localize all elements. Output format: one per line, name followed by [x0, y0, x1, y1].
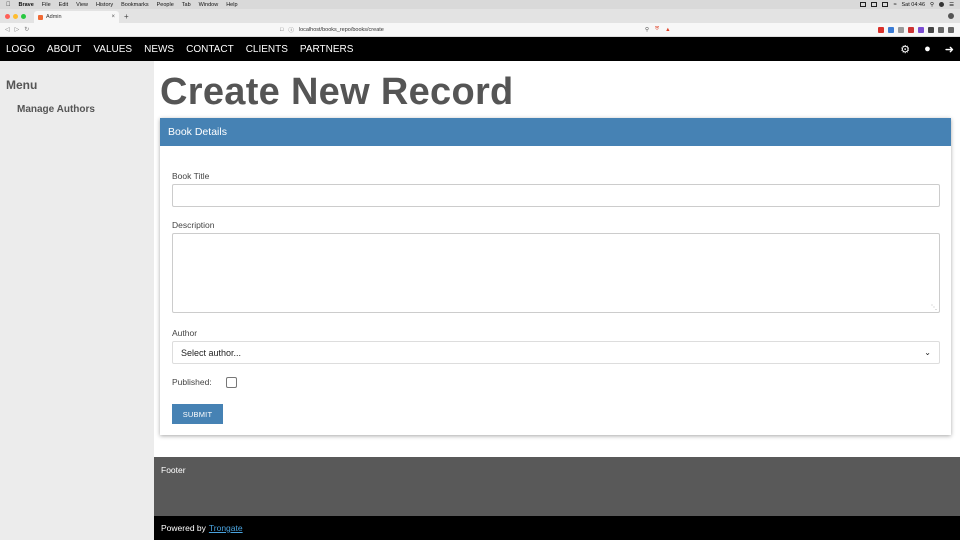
bookmark-icon[interactable]: □ — [280, 27, 283, 33]
description-textarea[interactable]: ⋱ — [172, 233, 940, 313]
author-select[interactable]: Select author... ⌄ — [172, 341, 940, 364]
book-title-label: Book Title — [172, 171, 210, 181]
nav-buttons: ◁ ▷ ↻ — [5, 26, 29, 33]
settings-icon[interactable]: ⚙ — [900, 43, 910, 56]
status-icon[interactable] — [882, 2, 889, 7]
browser-tab[interactable]: Admin × — [34, 11, 119, 23]
footer: Footer — [154, 457, 960, 516]
trongate-link[interactable]: Trongate — [209, 523, 243, 533]
chevron-down-icon: ⌄ — [924, 348, 931, 357]
url-text[interactable]: localhost/books_repo/books/create — [299, 27, 384, 33]
extension-icon[interactable] — [878, 26, 884, 33]
close-tab-icon[interactable]: × — [111, 14, 115, 20]
url-field[interactable]: □ ⓘ localhost/books_repo/books/create — [280, 26, 384, 34]
published-label: Published: — [172, 377, 212, 387]
book-title-input[interactable] — [172, 184, 940, 207]
menu-file[interactable]: File — [42, 2, 51, 8]
submit-button[interactable]: SUBMIT — [172, 404, 223, 424]
author-label: Author — [172, 328, 198, 338]
logout-icon[interactable]: ➜ — [945, 43, 954, 56]
wifi-icon[interactable]: ≈ — [893, 2, 896, 8]
nav-logo[interactable]: LOGO — [6, 44, 35, 55]
browser-tabstrip: Admin × + — [0, 9, 960, 23]
menu-brave[interactable]: Brave — [19, 2, 34, 8]
clock[interactable]: Sat 04:46 — [901, 2, 925, 8]
nav-news[interactable]: NEWS — [144, 44, 174, 55]
new-tab-button[interactable]: + — [124, 12, 129, 21]
nav-partners[interactable]: PARTNERS — [300, 44, 354, 55]
brave-rewards-icon[interactable] — [948, 13, 954, 19]
reload-icon[interactable]: ↻ — [24, 26, 29, 33]
reading-list-icon[interactable] — [938, 26, 944, 33]
status-icon[interactable] — [860, 2, 867, 7]
google-icon[interactable] — [898, 26, 904, 33]
nav-values[interactable]: VALUES — [93, 44, 132, 55]
address-actions: ⚲ ⛨ ▲ — [645, 26, 671, 33]
site-info-icon[interactable]: ⓘ — [288, 26, 294, 34]
status-icon[interactable] — [871, 2, 878, 7]
extension-icon[interactable] — [918, 26, 924, 33]
powered-by-bar: Powered by Trongate — [154, 516, 960, 540]
back-icon[interactable]: ◁ — [5, 26, 10, 33]
address-bar: ◁ ▷ ↻ □ ⓘ localhost/books_repo/books/cre… — [0, 23, 960, 37]
zoom-window-icon[interactable] — [21, 13, 26, 19]
extensions — [878, 26, 954, 33]
status-area: ≈ Sat 04:46 ⚲ ☰ — [860, 2, 954, 8]
menu-window[interactable]: Window — [199, 2, 219, 8]
menu-people[interactable]: People — [157, 2, 174, 8]
menu-edit[interactable]: Edit — [59, 2, 68, 8]
menu-history[interactable]: History — [96, 2, 113, 8]
card-header: Book Details — [160, 118, 951, 146]
main-content: Create New Record Book Details Book Titl… — [154, 61, 960, 457]
nav-icons: ⚙ ● ➜ — [900, 43, 954, 56]
site-navbar: LOGO ABOUT VALUES NEWS CONTACT CLIENTS P… — [0, 37, 960, 61]
extension-icon[interactable] — [888, 26, 894, 33]
description-label: Description — [172, 220, 215, 230]
user-icon[interactable]: ● — [924, 43, 931, 55]
brave-rewards-icon[interactable]: ▲ — [665, 27, 670, 33]
puzzle-icon[interactable] — [928, 26, 934, 33]
favicon-icon — [38, 14, 43, 20]
sidebar-title: Menu — [6, 78, 38, 92]
menu-view[interactable]: View — [76, 2, 88, 8]
book-details-card: Book Details Book Title Description ⋱ Au… — [160, 118, 951, 435]
powered-by-text: Powered by — [161, 523, 206, 533]
window-controls — [5, 13, 26, 19]
nav-about[interactable]: ABOUT — [47, 44, 81, 55]
apple-icon[interactable]:  — [6, 2, 11, 8]
menu-help[interactable]: Help — [226, 2, 237, 8]
forward-icon[interactable]: ▷ — [15, 26, 20, 33]
control-center-icon[interactable]: ☰ — [949, 2, 954, 8]
resize-handle-icon[interactable]: ⋱ — [931, 304, 937, 311]
nav-clients[interactable]: CLIENTS — [246, 44, 288, 55]
brave-shields-icon[interactable]: ⛨ — [655, 26, 659, 33]
macos-menubar:  Brave File Edit View History Bookmarks… — [0, 0, 960, 9]
minimize-window-icon[interactable] — [13, 13, 18, 19]
published-checkbox[interactable] — [226, 377, 237, 388]
search-icon[interactable]: ⚲ — [930, 2, 934, 8]
footer-text: Footer — [161, 465, 186, 475]
nav-contact[interactable]: CONTACT — [186, 44, 234, 55]
close-window-icon[interactable] — [5, 13, 10, 19]
page-title: Create New Record — [160, 71, 514, 113]
author-selected-value: Select author... — [181, 347, 242, 358]
menu-icon[interactable] — [948, 26, 954, 33]
tab-title: Admin — [46, 14, 62, 20]
sidebar: Menu Manage Authors — [0, 61, 154, 540]
menu-tab[interactable]: Tab — [182, 2, 191, 8]
zoom-icon[interactable]: ⚲ — [645, 27, 649, 33]
sidebar-item-manage-authors[interactable]: Manage Authors — [17, 104, 95, 115]
extension-icon[interactable] — [908, 26, 914, 33]
menu-bookmarks[interactable]: Bookmarks — [121, 2, 149, 8]
siri-icon[interactable] — [939, 2, 945, 7]
